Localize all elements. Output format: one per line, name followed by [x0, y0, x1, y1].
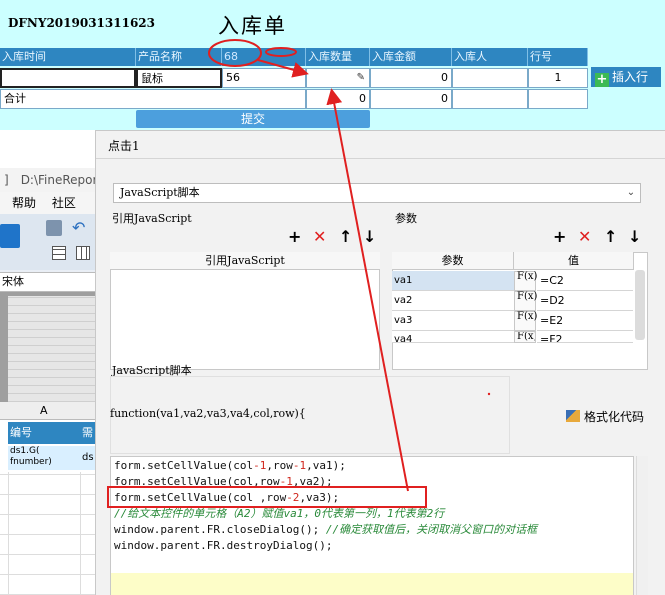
annotation-arrow-to-quantity	[257, 59, 309, 78]
annotation-dot	[487, 392, 491, 396]
annotation-box-code-line	[107, 486, 427, 508]
annotation-circle-code	[208, 39, 262, 67]
annotation-arrow-to-code	[326, 88, 409, 492]
annotation-circle-small	[265, 47, 297, 57]
annotation-overlay	[107, 39, 491, 508]
